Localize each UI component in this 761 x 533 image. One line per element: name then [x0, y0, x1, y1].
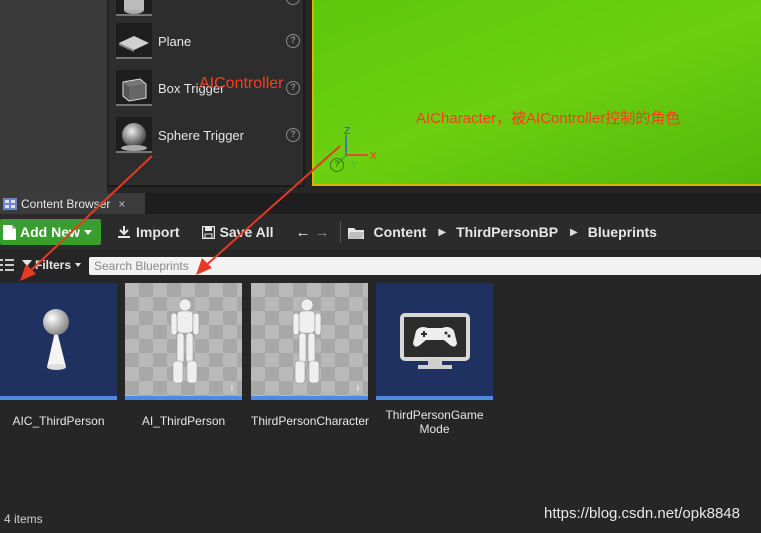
place-item-label: Plane	[158, 33, 192, 49]
asset-name: AI_ThirdPerson	[141, 414, 226, 428]
toolbar-divider	[339, 221, 341, 243]
add-new-label: Add New	[20, 224, 80, 240]
save-all-label: Save All	[219, 224, 274, 240]
dropdown-arrow-icon	[75, 263, 82, 267]
editor-window: ? Plane ? Box Trigger ? Sphere Trigger ?	[0, 0, 761, 533]
back-arrow-icon[interactable]: ←	[296, 224, 311, 241]
help-icon[interactable]: ?	[286, 34, 300, 48]
chevron-right-icon[interactable]: ▶	[438, 227, 446, 238]
place-item-plane[interactable]: Plane ?	[116, 21, 300, 61]
search-input[interactable]	[89, 257, 761, 275]
game-mode-thumbnail	[376, 283, 493, 400]
gizmo-y-label: Y	[351, 160, 358, 170]
content-toolbar: Add New Import Save All ← → Content ▶ Th…	[0, 214, 761, 250]
import-button[interactable]: Import	[117, 224, 180, 240]
asset-tile[interactable]: i AI_ThirdPerson	[125, 283, 242, 428]
character-thumbnail: i	[125, 283, 242, 400]
place-actors-panel: ? Plane ? Box Trigger ? Sphere Trigger ?	[107, 0, 305, 187]
annotation-ai-controller: AIController	[199, 75, 284, 92]
place-item-partial[interactable]: ?	[116, 0, 300, 18]
dropdown-arrow-icon	[83, 229, 92, 235]
filters-button[interactable]: Filters	[22, 258, 82, 272]
item-count: 4 items	[4, 512, 43, 526]
add-new-button[interactable]: Add New	[0, 219, 101, 245]
asset-name: AIC_ThirdPerson	[12, 414, 105, 428]
plane-icon	[116, 23, 152, 59]
filter-icon	[22, 260, 32, 270]
search-box[interactable]	[89, 257, 761, 275]
asset-name: ThirdPersonCharacter	[251, 414, 370, 428]
asset-tile[interactable]: AIC_ThirdPerson	[0, 283, 117, 428]
watermark: https://blog.csdn.net/opk8848	[544, 505, 740, 522]
svg-text:i: i	[357, 383, 359, 393]
help-icon[interactable]: ?	[286, 128, 300, 142]
breadcrumb-blueprints[interactable]: Blueprints	[588, 224, 657, 240]
asset-tile[interactable]: i ThirdPersonCharacter	[251, 283, 370, 428]
box-trigger-icon	[116, 70, 152, 106]
import-label: Import	[136, 224, 180, 240]
filters-label: Filters	[35, 258, 72, 272]
new-file-icon	[3, 224, 16, 240]
svg-text:i: i	[231, 383, 233, 393]
tab-content-browser[interactable]: Content Browser ×	[0, 193, 145, 214]
help-icon[interactable]: ?	[286, 0, 300, 5]
breadcrumb-thirdpersonbp[interactable]: ThirdPersonBP	[456, 224, 558, 240]
cylinder-icon	[116, 0, 152, 16]
content-browser-icon	[3, 197, 17, 210]
help-icon[interactable]: ?	[330, 158, 344, 172]
place-item-sphere-trigger[interactable]: Sphere Trigger ?	[116, 115, 300, 155]
help-icon[interactable]: ?	[286, 81, 300, 95]
close-icon[interactable]: ×	[118, 197, 125, 211]
folder-icon[interactable]	[347, 226, 364, 239]
asset-tile[interactable]: ThirdPersonGame Mode	[376, 283, 493, 436]
filter-bar: Filters	[0, 250, 761, 280]
import-icon	[118, 226, 130, 238]
tab-strip: Content Browser ×	[0, 193, 761, 214]
gizmo-x-label: X	[370, 151, 377, 162]
sources-panel-icon[interactable]	[0, 259, 14, 271]
tab-label: Content Browser	[21, 196, 111, 211]
sphere-trigger-icon	[116, 117, 152, 153]
left-panel-background	[0, 0, 107, 193]
forward-arrow-icon[interactable]: →	[315, 224, 330, 241]
asset-name: ThirdPersonGame Mode	[385, 408, 484, 436]
character-thumbnail: i	[251, 283, 368, 400]
save-all-button[interactable]: Save All	[201, 224, 274, 240]
save-icon	[201, 225, 215, 239]
ai-controller-thumbnail	[0, 283, 117, 400]
level-viewport[interactable]: Z X Y ? AICharacter，被AIController控制的角色	[312, 0, 761, 186]
chevron-right-icon[interactable]: ▶	[570, 227, 578, 238]
annotation-ai-character: AICharacter，被AIController控制的角色	[416, 110, 681, 127]
gizmo-z-label: Z	[344, 126, 350, 137]
place-item-label: Sphere Trigger	[158, 127, 244, 143]
breadcrumb-content[interactable]: Content	[374, 224, 427, 240]
